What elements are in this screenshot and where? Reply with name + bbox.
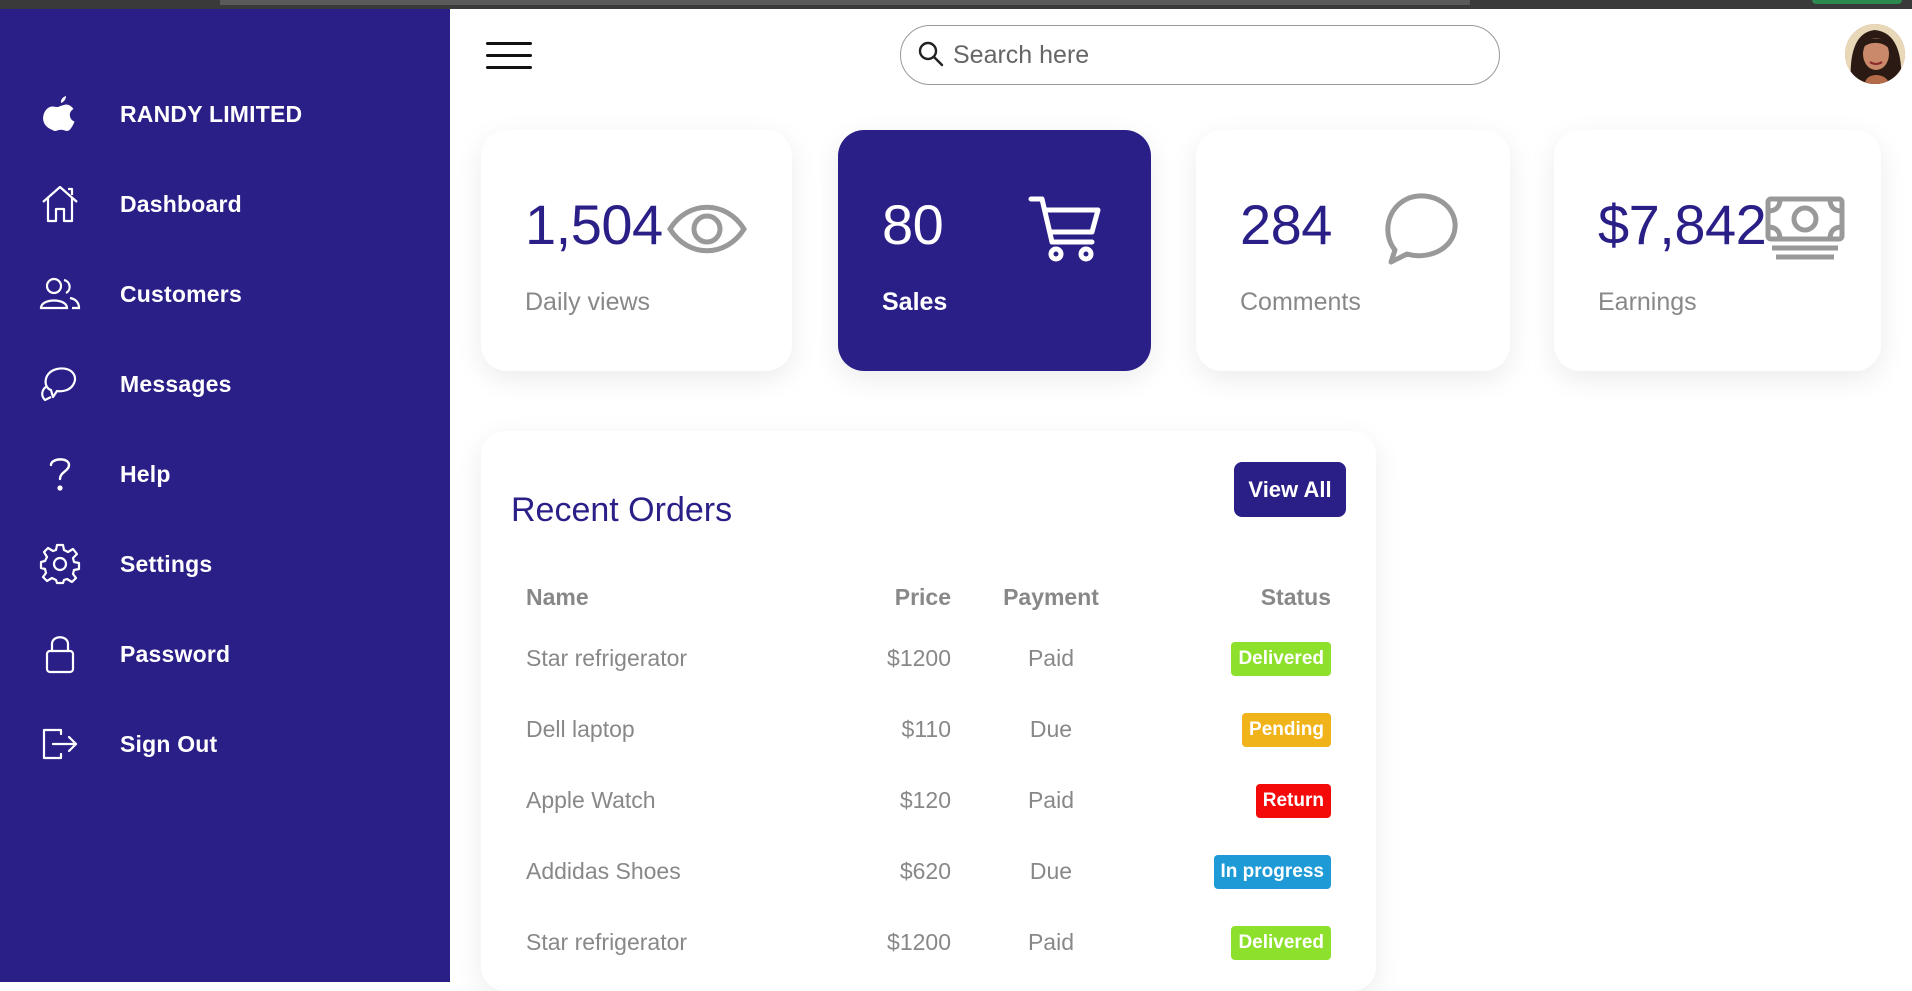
order-price: $110 (901, 716, 951, 742)
table-row[interactable]: Star refrigerator $1200 Paid Delivered (511, 623, 1346, 694)
browser-top-strip (0, 0, 1912, 9)
order-name: Addidas Shoes (526, 858, 681, 884)
sidebar-item-settings[interactable]: Settings (0, 529, 450, 599)
sidebar-item-label: Help (120, 460, 171, 487)
stat-card-earnings[interactable]: $7,842 Earnings (1554, 130, 1881, 371)
order-payment: Paid (1027, 645, 1075, 671)
table-header-row: Name Price Payment Status (511, 571, 1346, 623)
sidebar-item-dashboard[interactable]: Dashboard (0, 169, 450, 239)
order-status-cell: Pending (1151, 694, 1346, 765)
sidebar: RANDY LIMITED Dashboard Customers Messag… (0, 9, 450, 982)
order-price: $1200 (887, 929, 951, 955)
stat-caption: Sales (882, 288, 948, 316)
order-status-cell: Return (1151, 765, 1346, 836)
table-row[interactable]: Apple Watch $120 Paid Return (511, 765, 1346, 836)
avatar[interactable] (1845, 24, 1905, 84)
order-price: $120 (899, 787, 951, 813)
table-row[interactable]: Star refrigerator $1200 Paid Delivered (511, 907, 1346, 978)
cart-icon (1028, 194, 1104, 269)
stat-card-comments[interactable]: 284 Comments (1196, 130, 1510, 371)
sidebar-item-customers[interactable]: Customers (0, 259, 450, 329)
main-content: 1,504 Daily views 80 Sales 284 Comments (450, 9, 1912, 991)
sidebar-item-sign-out[interactable]: Sign Out (0, 709, 450, 779)
order-name: Star refrigerator (526, 645, 688, 671)
order-name: Dell laptop (526, 716, 635, 742)
brand-name: RANDY LIMITED (120, 100, 303, 127)
stat-value: 80 (882, 193, 944, 256)
order-price: $1200 (887, 645, 951, 671)
order-payment: Paid (1027, 929, 1075, 955)
sidebar-item-messages[interactable]: Messages (0, 349, 450, 419)
table-row[interactable]: Dell laptop $110 Due Pending (511, 694, 1346, 765)
eye-icon (666, 200, 748, 263)
apple-icon (38, 92, 82, 136)
table-row[interactable]: Addidas Shoes $620 Due In progress (511, 836, 1346, 907)
menu-icon-line (486, 66, 532, 69)
people-icon (38, 272, 82, 316)
home-icon (38, 182, 82, 226)
sidebar-item-label: Messages (120, 370, 232, 397)
order-payment: Due (1029, 858, 1073, 884)
chat-icon (38, 362, 82, 406)
menu-toggle-button[interactable] (486, 39, 534, 75)
stat-caption: Comments (1240, 288, 1361, 316)
stat-value: 1,504 (525, 193, 663, 256)
sidebar-item-label: Settings (120, 550, 213, 577)
menu-icon-line (486, 42, 532, 45)
sidebar-item-label: Customers (120, 280, 242, 307)
order-payment: Due (1029, 716, 1073, 742)
order-price: $620 (899, 858, 951, 884)
column-header-name: Name (526, 583, 589, 610)
sidebar-item-label: Sign Out (120, 730, 218, 757)
stat-caption: Daily views (525, 288, 651, 316)
stat-card-daily-views[interactable]: 1,504 Daily views (481, 130, 792, 371)
column-header-price: Price (894, 583, 951, 610)
gear-icon (38, 542, 82, 586)
menu-icon-line (486, 54, 532, 57)
search-icon (917, 40, 947, 70)
sidebar-item-password[interactable]: Password (0, 619, 450, 689)
recent-orders-panel: Recent Orders View All Name Price Paymen… (481, 431, 1376, 991)
comment-icon (1381, 188, 1461, 273)
help-icon (38, 452, 82, 496)
sidebar-item-label: Password (120, 640, 231, 667)
order-status-cell: Delivered (1151, 907, 1346, 978)
stat-value: 284 (1240, 193, 1332, 256)
recent-orders-title: Recent Orders (511, 491, 733, 529)
search-input[interactable] (953, 34, 1483, 76)
column-header-payment: Payment (1003, 583, 1099, 610)
sidebar-item-label: Dashboard (120, 190, 242, 217)
status-badge: Pending (1242, 712, 1331, 747)
lock-icon (38, 632, 82, 676)
status-badge: In progress (1213, 854, 1331, 889)
view-all-button[interactable]: View All (1234, 462, 1346, 517)
sidebar-brand[interactable]: RANDY LIMITED (0, 79, 450, 149)
order-status-cell: Delivered (1151, 623, 1346, 694)
status-badge: Delivered (1231, 925, 1331, 960)
order-name: Apple Watch (526, 787, 656, 813)
order-name: Star refrigerator (526, 929, 688, 955)
cash-icon (1764, 196, 1846, 267)
column-header-status: Status (1260, 583, 1331, 610)
orders-table: Name Price Payment Status Star refrigera… (511, 571, 1346, 978)
stat-value: $7,842 (1598, 193, 1767, 256)
stat-caption: Earnings (1598, 288, 1697, 316)
browser-extension-strip (1812, 0, 1902, 4)
order-payment: Paid (1027, 787, 1075, 813)
sign-out-icon (38, 722, 82, 766)
search-box (900, 25, 1500, 85)
sidebar-item-help[interactable]: Help (0, 439, 450, 509)
stat-card-sales[interactable]: 80 Sales (838, 130, 1151, 371)
status-badge: Delivered (1231, 641, 1331, 676)
browser-address-strip (220, 0, 1470, 5)
status-badge: Return (1255, 783, 1331, 818)
order-status-cell: In progress (1151, 836, 1346, 907)
